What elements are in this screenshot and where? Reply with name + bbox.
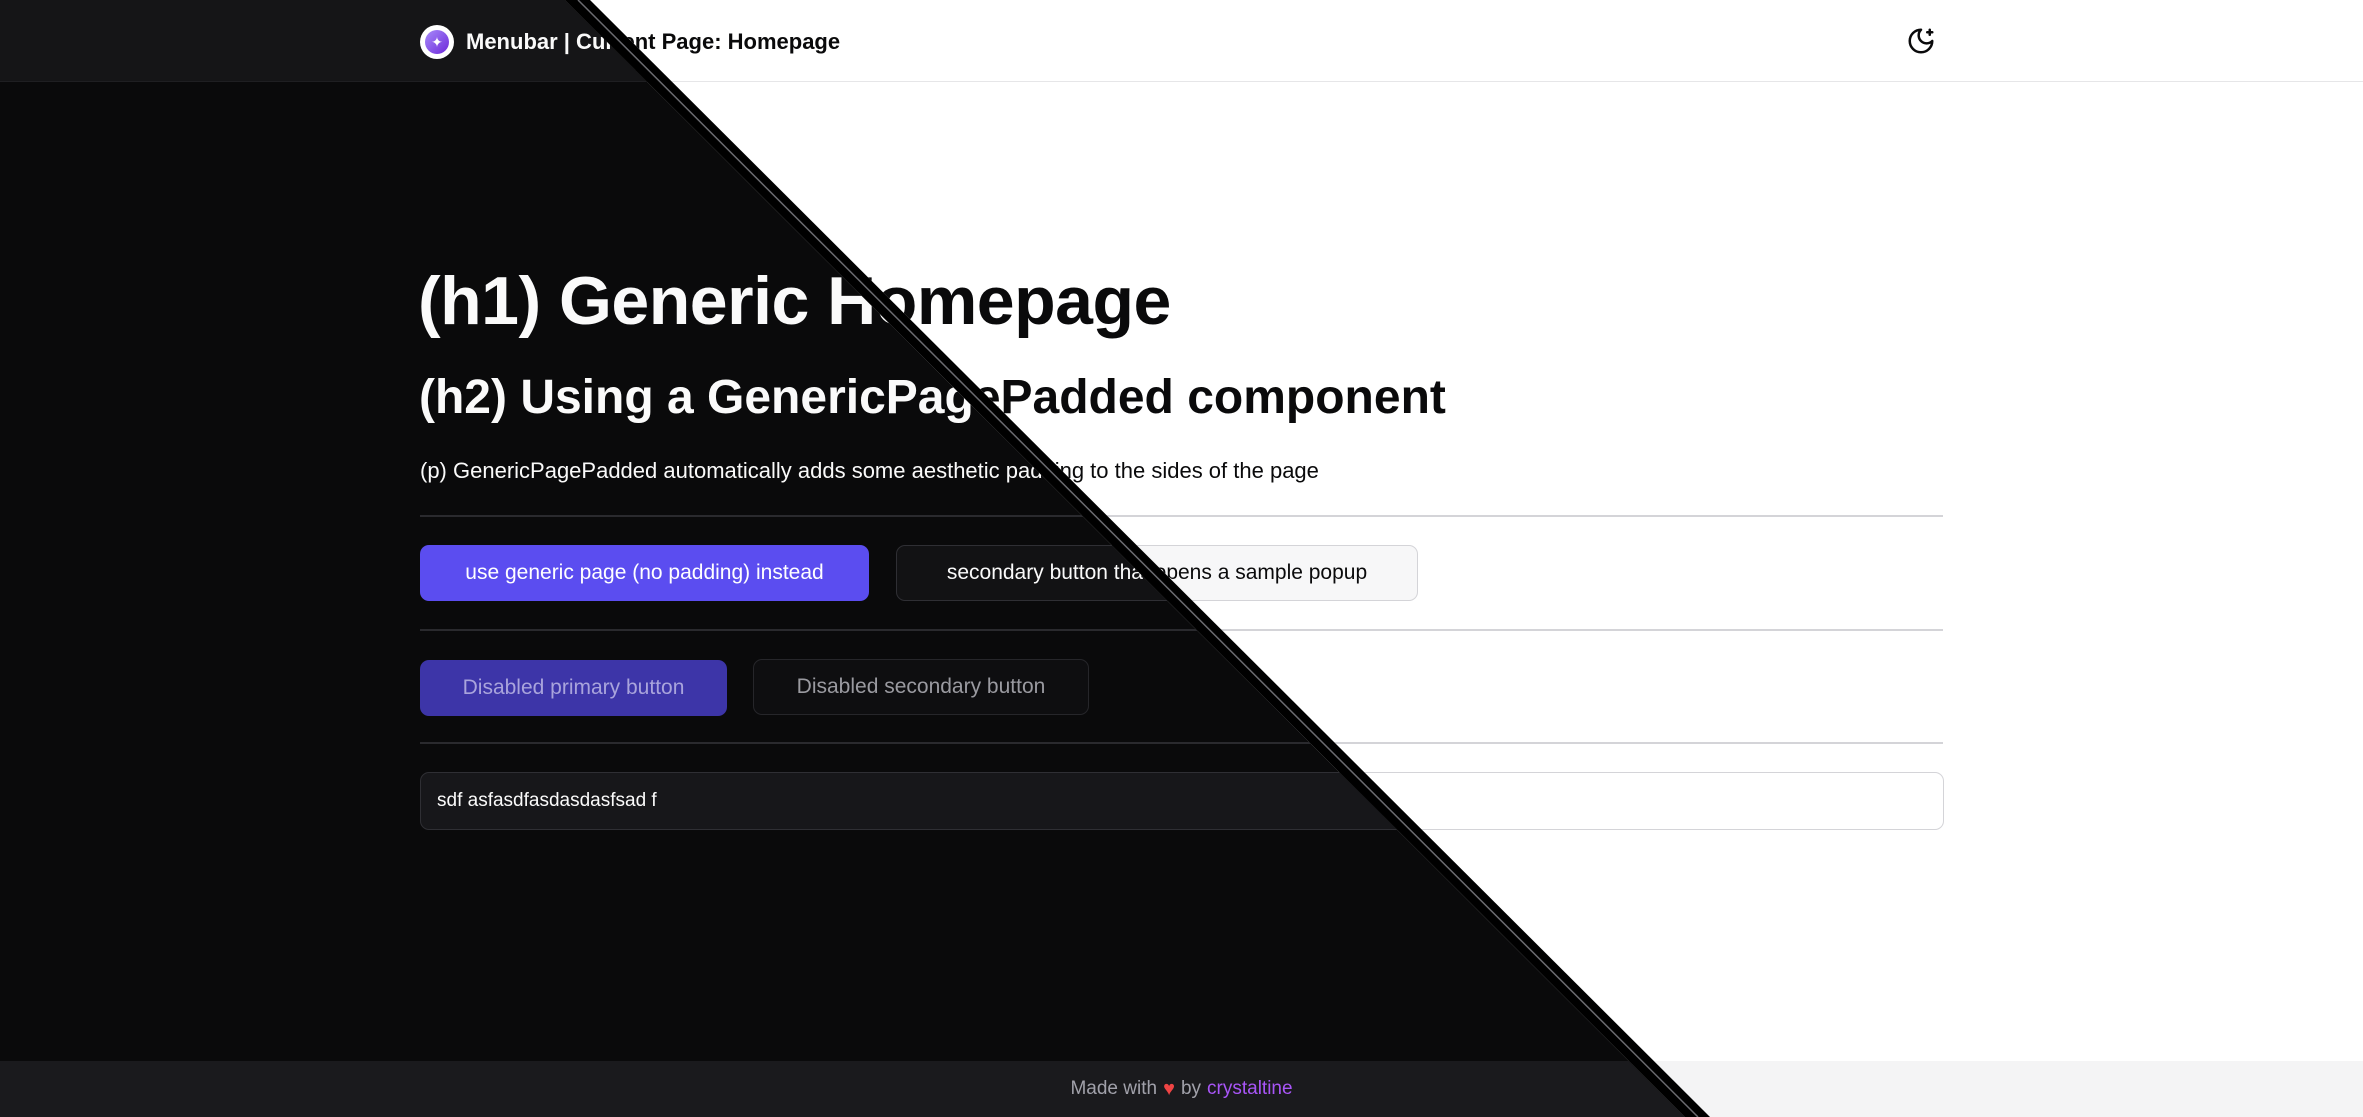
disabled-secondary-button: Disabled secondary button bbox=[753, 659, 1089, 715]
footer-made-with: Made with bbox=[1070, 1078, 1158, 1099]
disabled-primary-button: Disabled primary button bbox=[420, 660, 727, 716]
use-generic-page-button[interactable]: use generic page (no padding) instead bbox=[420, 545, 869, 601]
page-stage: ✦ Menubar | Current Page: Homepage (h1) … bbox=[0, 0, 2363, 1117]
heart-icon: ♥ bbox=[1163, 1077, 1175, 1100]
footer-by: by bbox=[1180, 1078, 1202, 1099]
author-link[interactable]: crystaltine bbox=[1207, 1078, 1293, 1100]
crystal-logo-icon: ✦ bbox=[420, 25, 454, 59]
moon-stars-icon[interactable] bbox=[1904, 24, 1938, 58]
